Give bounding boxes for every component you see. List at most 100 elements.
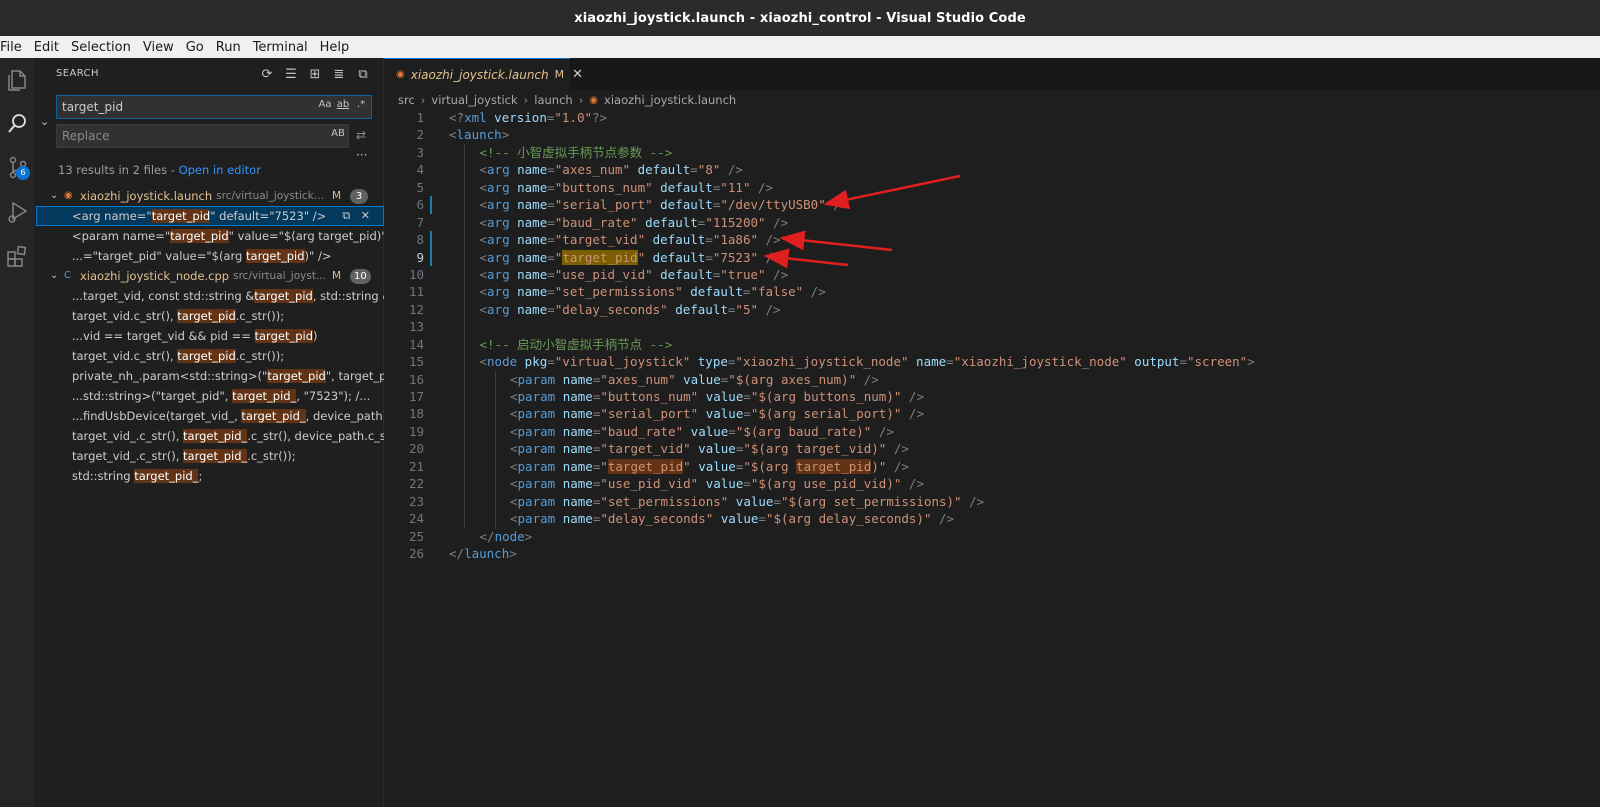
result-file-name: xiaozhi_joystick_node.cpp — [80, 269, 230, 283]
result-match-row[interactable]: ...target_vid, const std::string &target… — [36, 286, 384, 306]
match-suffix: )" /> — [304, 249, 332, 263]
result-match-row[interactable]: ...std::string>("target_pid", target_pid… — [36, 386, 384, 406]
search-results-tree: ⌄ ◉ xiaozhi_joystick.launch src/virtual_joy… — [36, 186, 384, 486]
scm-badge: 6 — [16, 166, 30, 180]
search-sidebar: SEARCH ⟳ ☰ ⊞ ≣ ⧉ ⌄ Aa ab .* AB ⇄ ··· 13 … — [36, 58, 384, 807]
menu-terminal[interactable]: Terminal — [247, 40, 314, 55]
search-options: Aa ab .* — [318, 99, 368, 110]
search-header: SEARCH — [56, 68, 99, 79]
view-as-tree-icon[interactable]: ≣ — [330, 66, 348, 84]
result-file-row[interactable]: ⌄ ◉ xiaozhi_joystick.launch src/virtual_joy… — [36, 186, 384, 206]
result-match-row[interactable]: <arg name="target_pid" default="7523" />… — [36, 206, 384, 226]
match-prefix: <param name=" — [72, 229, 171, 243]
match-suffix: .c_str()); — [235, 309, 285, 323]
title-bar: xiaozhi_joystick.launch - xiaozhi_contro… — [0, 0, 1600, 36]
replace-icon[interactable]: ⧉ — [342, 209, 350, 222]
match-prefix: ...findUsbDevice(target_vid_, — [72, 409, 242, 423]
arrow-target-vid — [779, 230, 893, 252]
replace-input-box: AB — [56, 124, 349, 148]
preserve-case-toggle[interactable]: AB — [331, 128, 345, 139]
toggle-search-details-icon[interactable]: ··· — [356, 148, 367, 162]
match-case-toggle[interactable]: Aa — [318, 99, 332, 110]
match-highlight: target_pid_ — [134, 469, 199, 483]
match-highlight: target_pid — [254, 289, 313, 303]
result-match-row[interactable]: ...vid == target_vid && pid == target_pi… — [36, 326, 384, 346]
search-icon[interactable] — [4, 110, 32, 138]
search-toolbar: ⟳ ☰ ⊞ ≣ ⧉ — [258, 66, 372, 84]
menu-help[interactable]: Help — [314, 40, 356, 55]
result-match-row[interactable]: std::string target_pid_; — [36, 466, 384, 486]
annotation-arrows — [763, 174, 961, 269]
match-highlight: target_pid — [246, 249, 305, 263]
match-prefix: target_vid_.c_str(), — [72, 429, 184, 443]
match-highlight: target_pid_ — [232, 389, 297, 403]
match-suffix: .c_str()); — [247, 449, 296, 463]
match-highlight: target_pid_ — [183, 449, 248, 463]
use-regex-toggle[interactable]: .* — [354, 99, 368, 110]
match-suffix: ) — [313, 329, 318, 343]
match-suffix: " value="$(arg target_pid)" /> — [228, 229, 384, 243]
menu-edit[interactable]: Edit — [28, 40, 65, 55]
match-prefix: private_nh_.param<std::string>(" — [72, 369, 268, 383]
match-highlight: target_pid — [177, 349, 236, 363]
match-highlight: target_pid — [170, 229, 229, 243]
search-input-box: Aa ab .* — [56, 95, 372, 119]
match-prefix: ...="target_pid" value="$(arg — [72, 249, 247, 263]
match-suffix: .c_str()); — [235, 349, 285, 363]
result-match-row[interactable]: target_vid_.c_str(), target_pid_.c_str()… — [36, 426, 384, 446]
menu-view[interactable]: View — [137, 40, 180, 55]
result-match-row[interactable]: target_vid_.c_str(), target_pid_.c_str()… — [36, 446, 384, 466]
replace-options: AB — [331, 128, 345, 139]
result-count-badge: 10 — [350, 269, 371, 284]
arrow-serial-port — [823, 174, 961, 210]
menu-run[interactable]: Run — [210, 40, 247, 55]
menu-bar: File Edit Selection View Go Run Terminal… — [0, 36, 1600, 58]
match-suffix: , "7523"); /... — [296, 389, 371, 403]
replace-all-icon[interactable]: ⇄ — [356, 128, 372, 144]
menu-file[interactable]: File — [0, 40, 28, 55]
search-input[interactable] — [57, 96, 297, 118]
result-match-row[interactable]: private_nh_.param<std::string>("target_p… — [36, 366, 384, 386]
refresh-icon[interactable]: ⟳ — [258, 66, 276, 84]
menu-selection[interactable]: Selection — [65, 40, 137, 55]
match-highlight: target_pid — [267, 369, 326, 383]
chevron-down-icon: ⌄ — [50, 190, 59, 201]
match-highlight: target_pid_ — [241, 409, 306, 423]
explorer-icon[interactable] — [4, 66, 32, 94]
match-suffix: , std::string &... — [312, 289, 384, 303]
result-match-row[interactable]: target_vid.c_str(), target_pid.c_str()); — [36, 306, 384, 326]
arrow-target-pid — [763, 248, 849, 269]
toggle-replace-chevron-icon[interactable]: ⌄ — [40, 115, 54, 129]
result-match-row[interactable]: target_vid.c_str(), target_pid.c_str()); — [36, 346, 384, 366]
result-match-row[interactable]: <param name="target_pid" value="$(arg ta… — [36, 226, 384, 246]
open-in-editor-link[interactable]: Open in editor — [179, 163, 261, 177]
result-match-row[interactable]: ...findUsbDevice(target_vid_, target_pid… — [36, 406, 384, 426]
replace-dismiss-actions: ⧉ ✕ — [342, 206, 370, 226]
cpp-file-icon: C — [64, 270, 71, 281]
new-search-editor-icon[interactable]: ⊞ — [306, 66, 324, 84]
collapse-all-icon[interactable]: ⧉ — [354, 66, 372, 84]
results-summary: 13 results in 2 files - Open in editor — [58, 163, 261, 177]
run-debug-icon[interactable] — [4, 198, 32, 226]
match-highlight: target_pid_ — [183, 429, 248, 443]
match-suffix: " default="7523" /> — [210, 209, 327, 223]
result-file-row[interactable]: ⌄ Cxiaozhi_joystick_node.cpp src/virtual_j… — [36, 266, 384, 286]
replace-input[interactable] — [57, 125, 297, 147]
match-prefix: target_vid_.c_str(), — [72, 449, 184, 463]
clear-results-icon[interactable]: ☰ — [282, 66, 300, 84]
results-count: 13 results in 2 files - — [58, 163, 179, 177]
editor-area: ◉ xiaozhi_joystick.launch M ✕ src › virt… — [384, 58, 1600, 807]
result-file-name: xiaozhi_joystick.launch — [80, 189, 213, 203]
activity-bar: 6 — [0, 58, 36, 807]
match-prefix: ...std::string>("target_pid", — [72, 389, 233, 403]
match-suffix: ; — [198, 469, 203, 483]
match-highlight: target_pid — [254, 329, 314, 343]
menu-go[interactable]: Go — [180, 40, 210, 55]
dismiss-icon[interactable]: ✕ — [361, 209, 370, 222]
match-suffix: .c_str(), device_path.c_s... — [247, 429, 384, 443]
match-prefix: target_vid.c_str(), — [72, 309, 178, 323]
result-match-row[interactable]: ...="target_pid" value="$(arg target_pid… — [36, 246, 384, 266]
extensions-icon[interactable] — [4, 242, 32, 270]
match-whole-word-toggle[interactable]: ab — [336, 99, 350, 110]
chevron-down-icon: ⌄ — [50, 270, 59, 281]
